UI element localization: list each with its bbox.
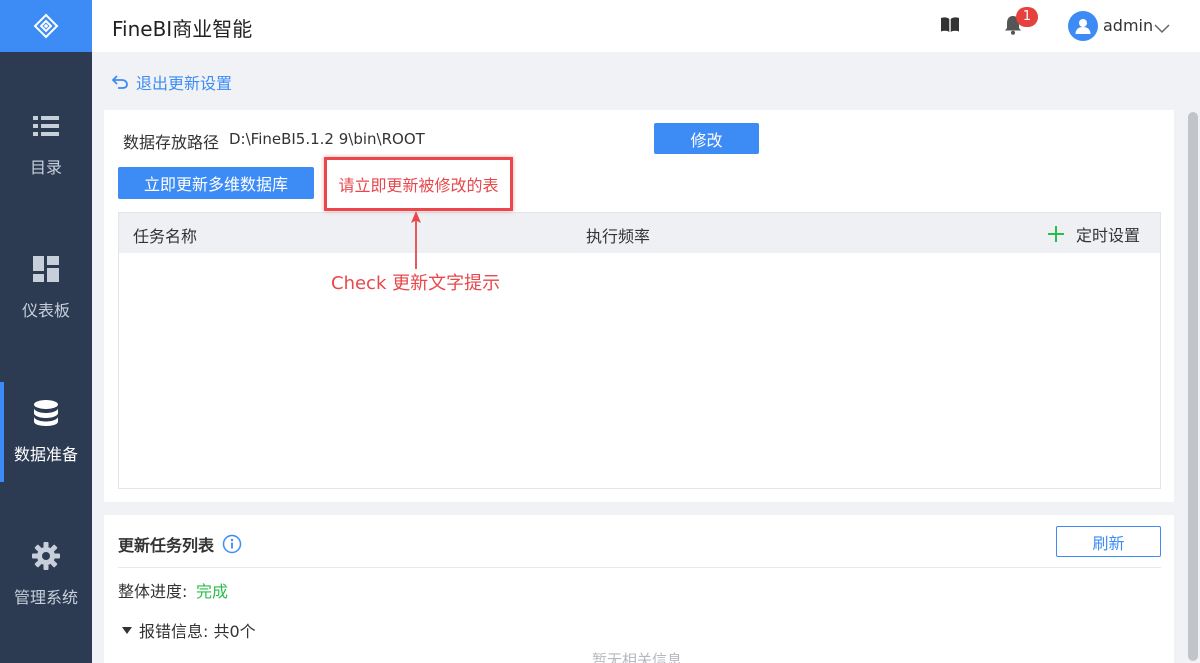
sidebar-item-label: 仪表板 [21,301,70,320]
back-link-label: 退出更新设置 [136,74,233,93]
top-header: FineBI商业智能 1 admin [92,0,1200,52]
book-icon[interactable] [940,16,960,38]
notification-badge: 1 [1016,7,1038,27]
update-hint-highlight: 请立即更新被修改的表 [324,157,513,211]
annotation-label: Check 更新文字提示 [331,273,501,294]
error-info-toggle[interactable]: 报错信息: 共0个 [122,618,256,642]
sidebar-item-admin[interactable]: 管理系统 [0,525,92,625]
column-frequency: 执行频率 [586,227,651,246]
info-icon[interactable] [222,534,242,554]
sidebar-item-label: 目录 [29,158,62,177]
storage-path-value: D:\FineBI5.1.2 9\bin\ROOT [229,130,425,148]
task-list-title-text: 更新任务列表 [118,536,215,555]
update-cube-now-button[interactable]: 立即更新多维数据库 [118,167,314,199]
sidebar: 目录 仪表板 数据准备 管理系统 [0,0,92,663]
table-header: 任务名称 执行频率 定时设置 [119,213,1160,253]
sidebar-item-catalog[interactable]: 目录 [0,95,92,195]
timer-setting-button[interactable]: 定时设置 [1047,222,1140,246]
scrollbar-thumb[interactable] [1188,112,1198,661]
sidebar-item-data-prep[interactable]: 数据准备 [0,382,92,482]
modify-button[interactable]: 修改 [654,123,759,154]
empty-state-text: 暂无相关信息 [592,651,683,663]
caret-down-icon [122,626,132,634]
exit-update-settings-link[interactable]: 退出更新设置 [112,70,232,94]
app-title: FineBI商业智能 [112,17,253,41]
refresh-button[interactable]: 刷新 [1056,526,1161,557]
error-info-label: 报错信息: 共0个 [139,622,256,641]
storage-path-label: 数据存放路径 [123,133,220,152]
username[interactable]: admin [1103,16,1153,35]
logo-icon [33,13,59,39]
column-task-name: 任务名称 [133,227,198,246]
app-logo[interactable] [0,0,92,52]
divider [118,567,1161,568]
progress-label: 整体进度: [118,582,188,601]
gear-icon [32,542,60,570]
plus-icon [1047,226,1064,242]
update-settings-panel: 数据存放路径 D:\FineBI5.1.2 9\bin\ROOT 修改 立即更新… [104,110,1174,502]
sidebar-item-dashboard[interactable]: 仪表板 [0,238,92,338]
sidebar-item-label: 数据准备 [13,445,78,464]
database-icon [33,399,59,427]
list-icon [33,112,59,140]
timer-setting-label: 定时设置 [1075,226,1140,245]
chevron-down-icon[interactable] [1154,19,1170,38]
task-list-title: 更新任务列表 [118,532,242,556]
progress-status: 完成 [196,582,229,601]
task-table: 任务名称 执行频率 定时设置 [118,212,1161,489]
user-icon [1075,19,1091,34]
dashboard-icon [33,255,59,283]
update-task-list-panel: 更新任务列表 刷新 整体进度: 完成 报错信息: 共0个 暂无相关信息 [104,515,1174,663]
annotation-arrow-icon [410,211,422,273]
back-arrow-icon [112,75,128,89]
avatar[interactable] [1068,11,1098,41]
sidebar-item-label: 管理系统 [13,588,78,607]
